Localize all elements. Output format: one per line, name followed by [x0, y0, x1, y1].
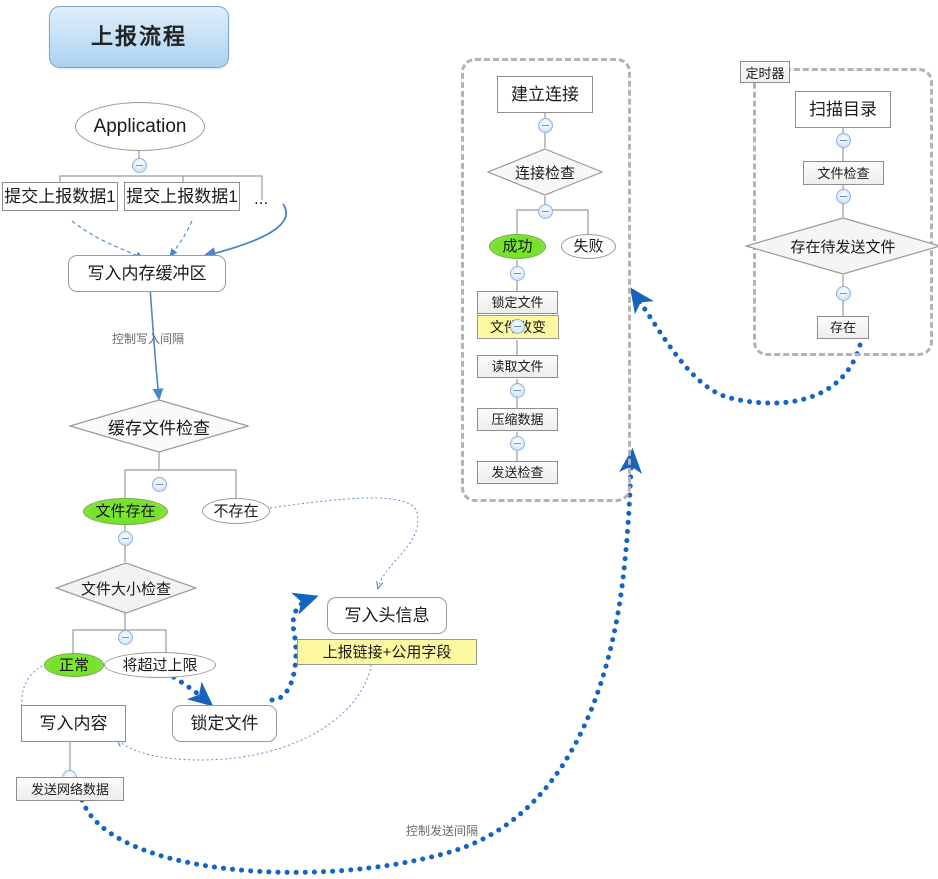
node-send-network-data[interactable]: 发送网络数据: [16, 777, 124, 801]
collapse-handle-establish-connection[interactable]: [538, 118, 553, 133]
node-has-pending-files[interactable]: 存在待发送文件: [745, 217, 938, 275]
node-submit-ellipsis: ...: [254, 189, 269, 208]
collapse-handle-file-exists[interactable]: [118, 531, 133, 546]
collapse-handle-connection-success[interactable]: [510, 266, 525, 281]
node-scan-directory[interactable]: 扫描目录: [795, 91, 891, 128]
collapse-handle-file-size-check[interactable]: [118, 630, 133, 645]
node-size-normal[interactable]: 正常: [44, 653, 104, 677]
note-report-link-fields: 上报链接+公用字段: [297, 639, 477, 665]
node-file-not-exists[interactable]: 不存在: [202, 498, 270, 524]
edge-label-send-interval: 控制发送间隔: [406, 824, 479, 838]
node-connection-fail[interactable]: 失败: [561, 234, 616, 259]
collapse-handle-cache-check[interactable]: [152, 477, 167, 492]
group-timer-tag: 定时器: [740, 61, 790, 83]
node-write-content[interactable]: 写入内容: [21, 705, 126, 742]
node-write-memory-buffer[interactable]: 写入内存缓冲区: [68, 255, 226, 292]
collapse-handle-scan-directory[interactable]: [836, 133, 851, 148]
node-cache-file-check[interactable]: 缓存文件检查: [69, 399, 249, 453]
collapse-handle-application[interactable]: [132, 158, 147, 173]
node-file-check[interactable]: 文件检查: [803, 161, 884, 185]
node-file-exists[interactable]: 文件存在: [83, 498, 168, 525]
node-send-check[interactable]: 发送检查: [477, 461, 558, 484]
node-submit-data-1[interactable]: 提交上报数据1: [2, 182, 118, 211]
collapse-handle-file-changed[interactable]: [510, 319, 525, 334]
node-read-file[interactable]: 读取文件: [477, 355, 558, 378]
collapse-handle-compress-data[interactable]: [510, 436, 525, 451]
node-has-pending-files-label: 存在待发送文件: [790, 238, 896, 256]
node-lock-file-middle[interactable]: 锁定文件: [477, 291, 558, 314]
node-cache-file-check-label: 缓存文件检查: [108, 418, 210, 438]
collapse-handle-has-pending-files[interactable]: [836, 286, 851, 301]
node-connection-check[interactable]: 连接检查: [487, 148, 603, 196]
flowchart-canvas: 上报流程 Application 提交上报数据1 提交上报数据1 ... 写入内…: [0, 0, 938, 879]
node-compress-data[interactable]: 压缩数据: [477, 408, 558, 431]
page-title: 上报流程: [49, 6, 229, 68]
node-application[interactable]: Application: [75, 102, 205, 151]
collapse-handle-connection-check[interactable]: [538, 204, 553, 219]
collapse-handle-read-file[interactable]: [510, 383, 525, 398]
node-file-exists-timer[interactable]: 存在: [817, 316, 869, 339]
edge-label-write-interval: 控制写入间隔: [112, 332, 185, 346]
node-file-size-check-label: 文件大小检查: [80, 580, 171, 598]
node-size-over-limit[interactable]: 将超过上限: [104, 652, 216, 678]
node-connection-success[interactable]: 成功: [489, 234, 546, 259]
node-write-header-info[interactable]: 写入头信息: [327, 597, 447, 634]
node-file-size-check[interactable]: 文件大小检查: [55, 562, 197, 614]
node-submit-data-2[interactable]: 提交上报数据1: [124, 182, 240, 211]
node-connection-check-label: 连接检查: [514, 164, 575, 182]
node-establish-connection[interactable]: 建立连接: [497, 76, 593, 113]
node-lock-file-left[interactable]: 锁定文件: [172, 705, 277, 742]
collapse-handle-file-check[interactable]: [836, 189, 851, 204]
